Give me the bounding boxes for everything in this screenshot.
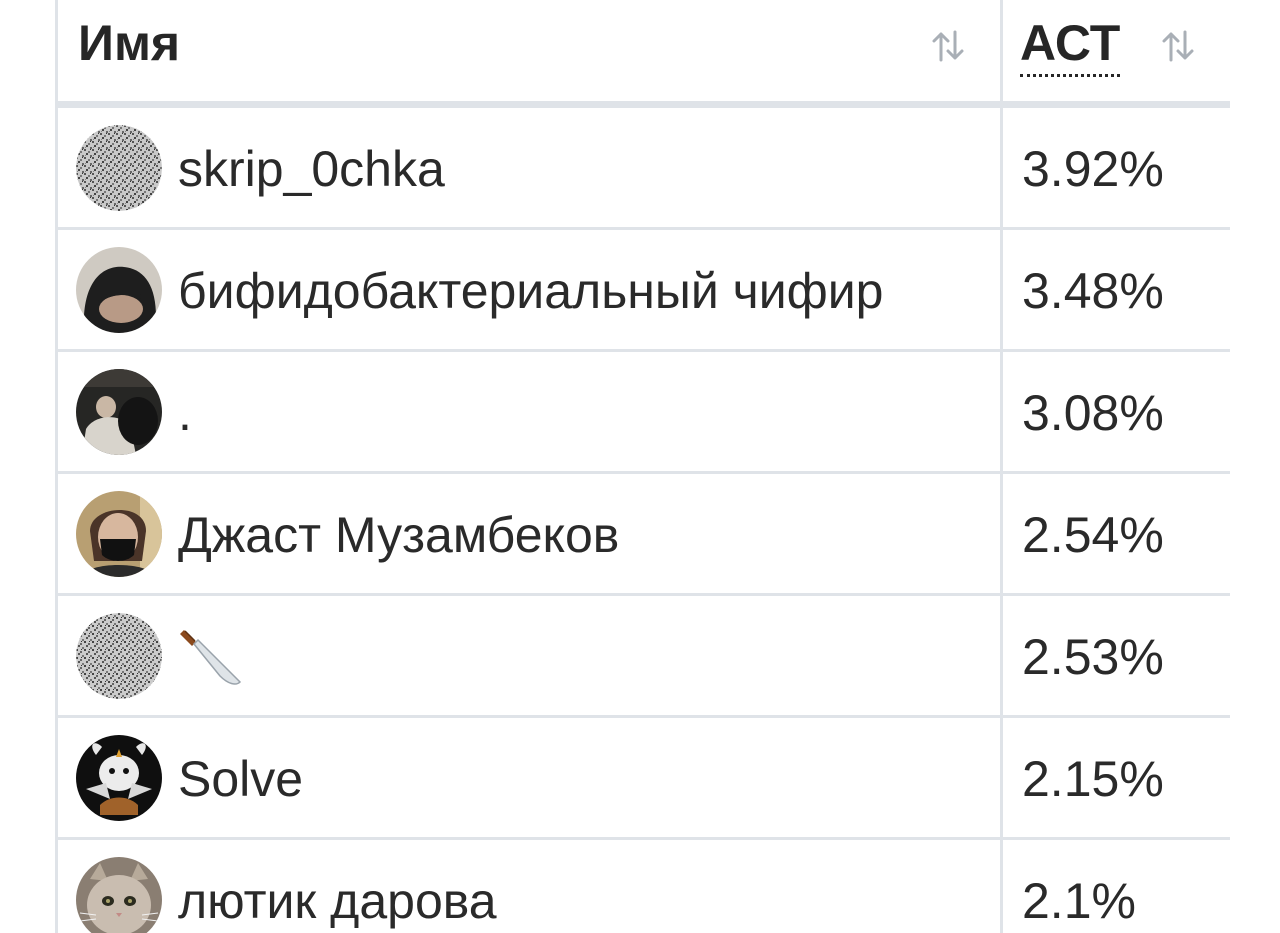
table-row[interactable]: skrip_0chka 3.92% xyxy=(58,108,1230,227)
table-row[interactable]: . 3.08% xyxy=(58,352,1230,471)
noise-pattern-avatar[interactable] xyxy=(76,613,162,699)
act-value: 2.53% xyxy=(1022,629,1164,685)
noise-pattern-avatar[interactable] xyxy=(76,125,162,211)
sort-arrows-icon[interactable] xyxy=(1158,26,1198,66)
leaderboard-table: Имя АСТ skrip_0chka 3.92% бифидобактериа… xyxy=(55,0,1230,933)
sort-arrows-icon[interactable] xyxy=(928,26,968,66)
column-header-act[interactable]: АСТ xyxy=(1020,14,1121,77)
person-photo-avatar[interactable] xyxy=(76,247,162,333)
dark-photo-avatar[interactable] xyxy=(76,369,162,455)
act-value: 2.15% xyxy=(1022,751,1164,807)
table-row[interactable]: 2.53% xyxy=(58,596,1230,715)
user-name[interactable]: . xyxy=(178,384,192,442)
act-value: 3.08% xyxy=(1022,385,1164,441)
table-row[interactable]: Solve 2.15% xyxy=(58,718,1230,837)
act-value: 3.48% xyxy=(1022,263,1164,319)
table-row[interactable]: бифидобактериальный чифир 3.48% xyxy=(58,230,1230,349)
column-divider xyxy=(1000,0,1003,933)
masked-person-avatar[interactable] xyxy=(76,491,162,577)
user-name[interactable]: бифидобактериальный чифир xyxy=(178,262,884,320)
table-row[interactable]: лютик дарова 2.1% xyxy=(58,840,1230,933)
user-name[interactable]: Solve xyxy=(178,750,303,808)
column-header-name[interactable]: Имя xyxy=(78,14,180,72)
table-row[interactable]: Джаст Музамбеков 2.54% xyxy=(58,474,1230,593)
user-name[interactable]: Джаст Музамбеков xyxy=(178,506,619,564)
act-value: 2.54% xyxy=(1022,507,1164,563)
knife-emoji-icon xyxy=(180,624,242,686)
cat-photo-avatar[interactable] xyxy=(76,857,162,933)
act-value: 3.92% xyxy=(1022,141,1164,197)
header-divider xyxy=(58,101,1230,108)
table-header: Имя АСТ xyxy=(58,0,1230,101)
goat-illustration-avatar[interactable] xyxy=(76,735,162,821)
user-name[interactable]: skrip_0chka xyxy=(178,140,445,198)
act-value: 2.1% xyxy=(1022,873,1136,929)
user-name[interactable]: лютик дарова xyxy=(178,872,497,930)
